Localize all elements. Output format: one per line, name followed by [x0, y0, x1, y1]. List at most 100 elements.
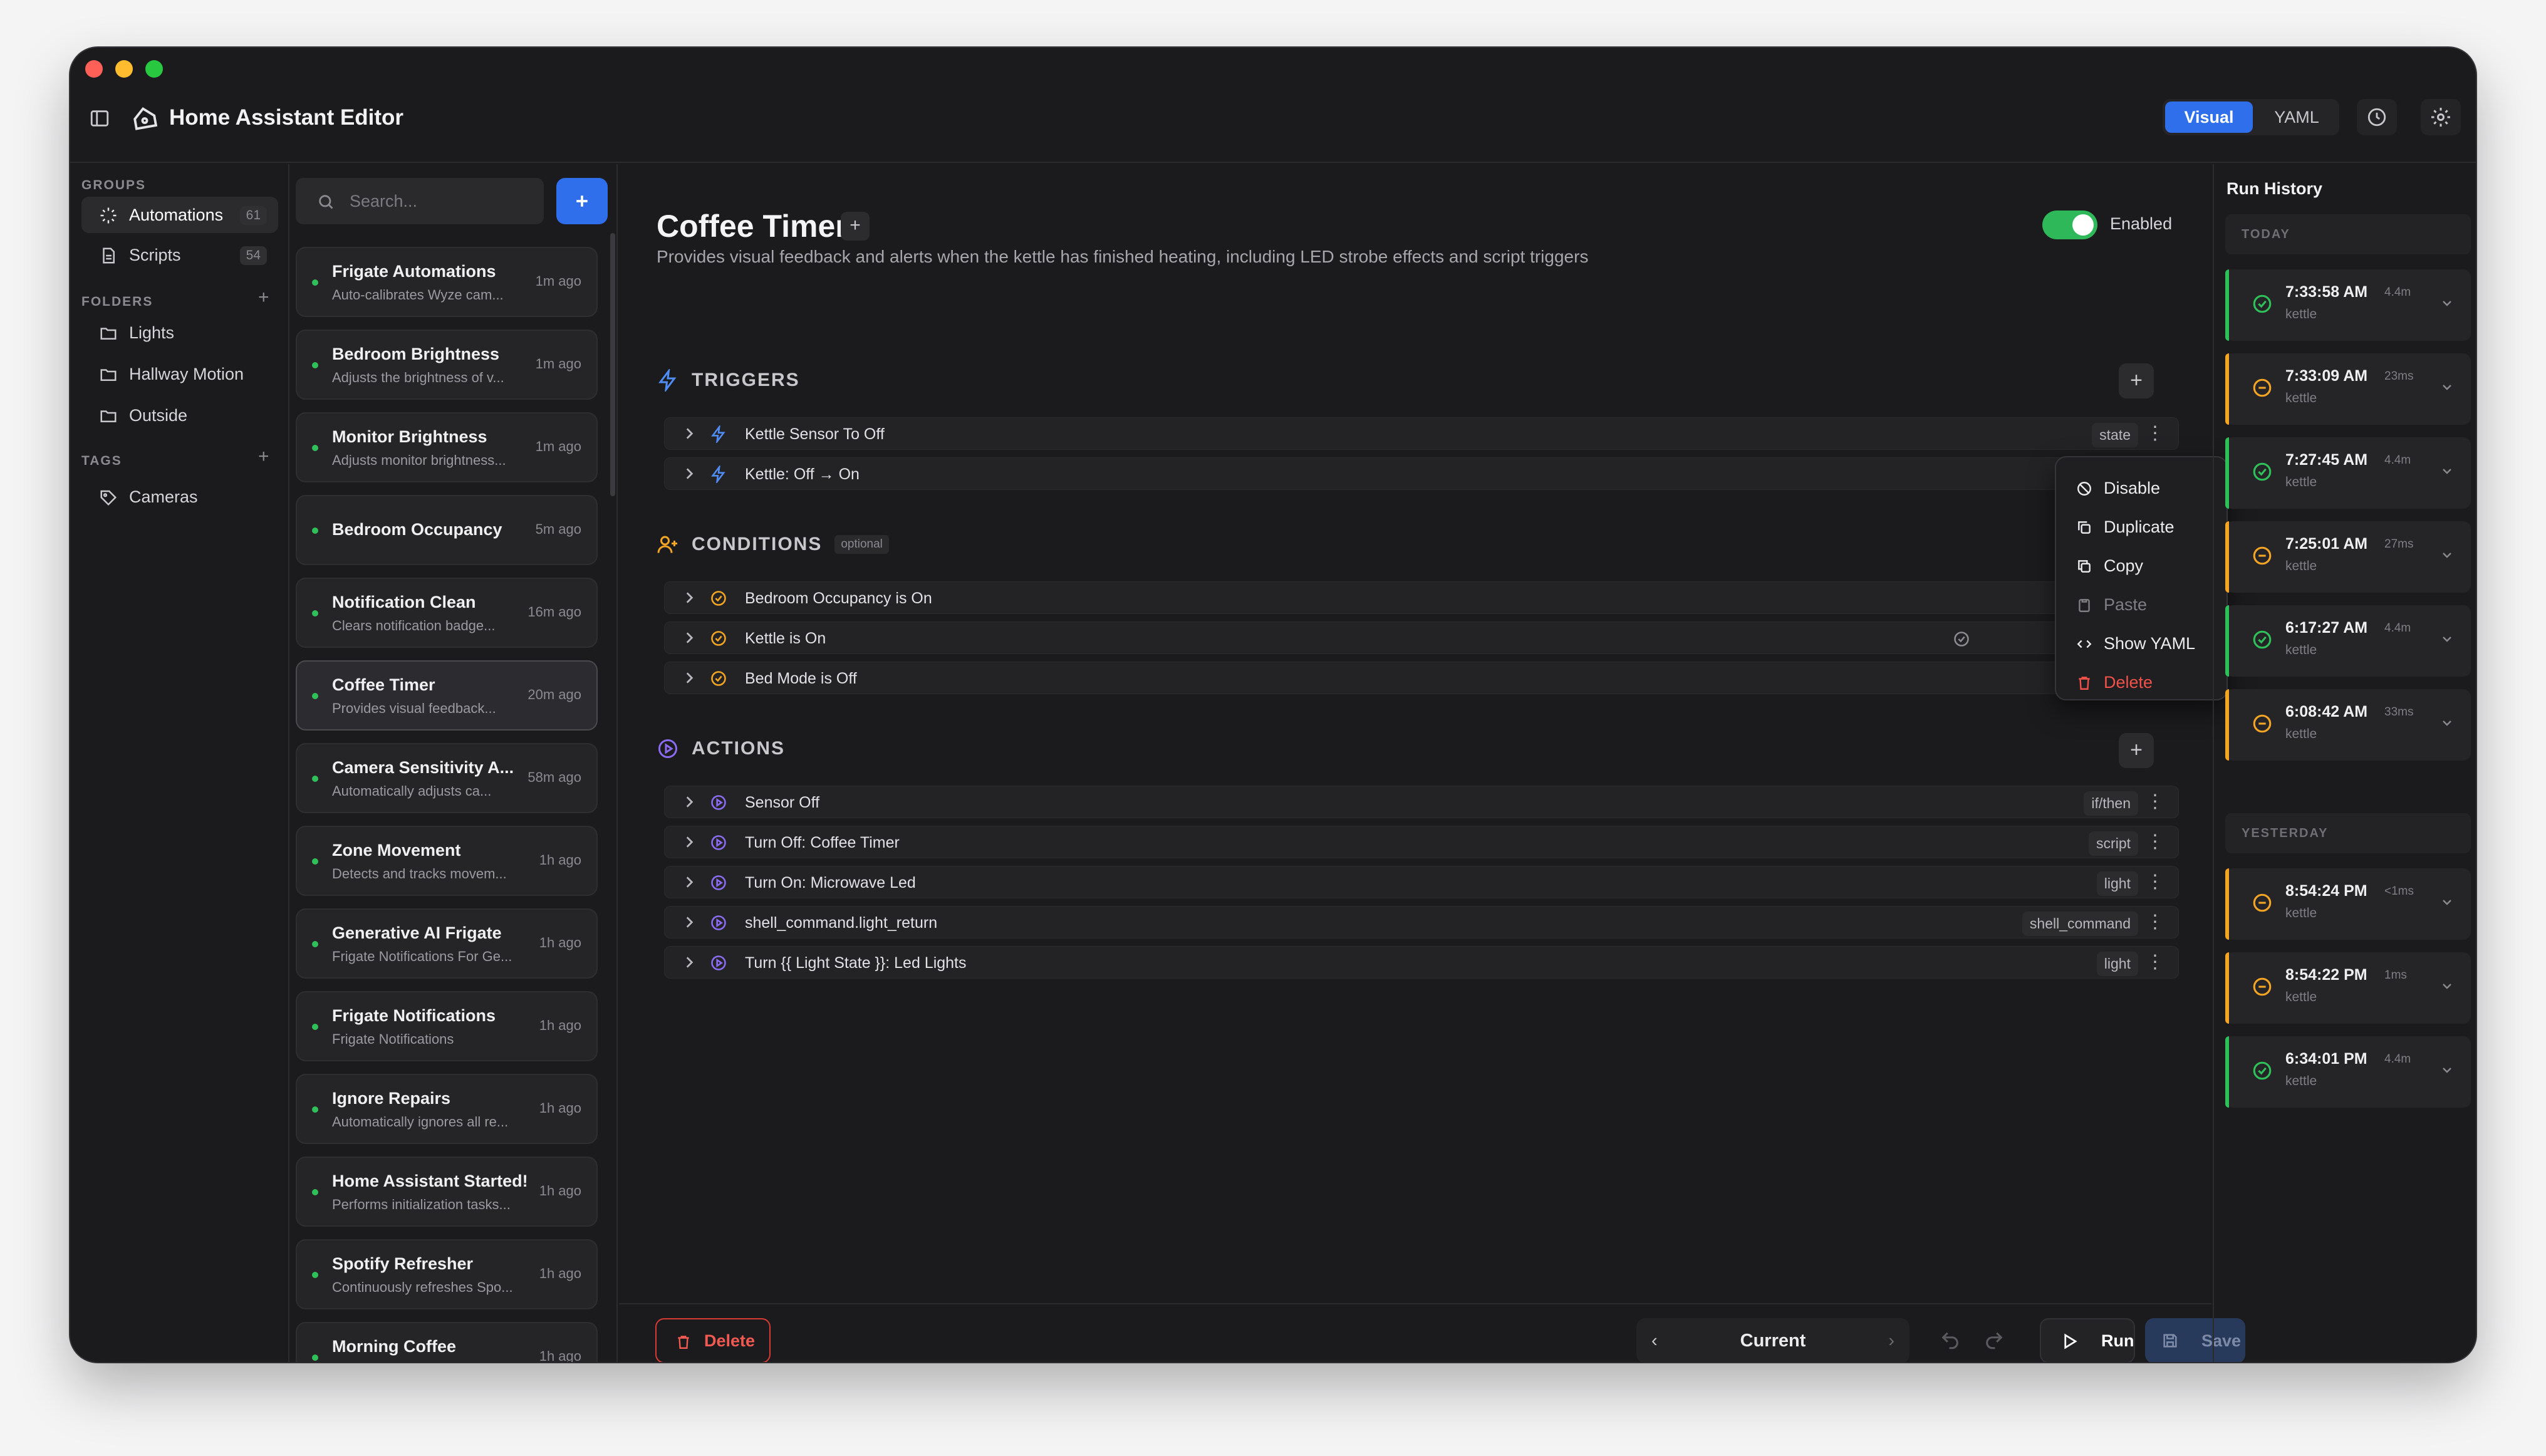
- menu-item-delete[interactable]: Delete: [2056, 664, 2226, 700]
- minimize-window-button[interactable]: [115, 60, 133, 78]
- chevron-down-icon[interactable]: [2439, 895, 2455, 910]
- redo-icon[interactable]: [1983, 1329, 2005, 1351]
- visual-tab[interactable]: Visual: [2165, 101, 2253, 133]
- condition-row[interactable]: Kettle is On: [664, 621, 2179, 654]
- sidebar-item-cameras[interactable]: Cameras: [81, 479, 278, 515]
- run-history-item[interactable]: 7:33:58 AM 4.4m kettle: [2225, 269, 2471, 341]
- expand-chevron-icon[interactable]: [681, 834, 697, 853]
- run-history-item[interactable]: 6:08:42 AM 33ms kettle: [2225, 689, 2471, 761]
- automation-list-item[interactable]: Morning CoffeeTurns on kettle and lights…: [296, 1322, 598, 1362]
- more-options-icon[interactable]: ⋮: [2146, 953, 2164, 972]
- sidebar-item-hallway-motion[interactable]: Hallway Motion: [81, 356, 278, 392]
- groups-heading: GROUPS: [81, 178, 147, 192]
- more-options-icon[interactable]: ⋮: [2146, 793, 2164, 811]
- success-check-icon: [2252, 293, 2273, 318]
- add-trigger-button[interactable]: +: [2119, 363, 2154, 398]
- run-history-item[interactable]: 6:17:27 AM 4.4m kettle: [2225, 605, 2471, 677]
- add-action-button[interactable]: +: [2119, 733, 2154, 768]
- automation-list-item[interactable]: Notification Clean Clears notification ba…: [296, 578, 598, 648]
- sidebar-item-scripts[interactable]: Scripts 54: [81, 237, 278, 273]
- automation-list-item[interactable]: Frigate Automations Auto-calibrates Wyze …: [296, 247, 598, 317]
- menu-item-show-yaml[interactable]: Show YAML: [2056, 625, 2226, 662]
- run-button[interactable]: Run: [2040, 1318, 2135, 1362]
- previous-version-button[interactable]: ‹: [1651, 1318, 1658, 1362]
- automation-list-item[interactable]: Bedroom Occupancy 5m ago: [296, 495, 598, 565]
- action-row[interactable]: Turn {{ Light State }}: Led Lights light ⋮: [664, 946, 2179, 979]
- more-options-icon[interactable]: ⋮: [2146, 833, 2164, 851]
- yaml-tab[interactable]: YAML: [2257, 101, 2337, 133]
- trigger-row[interactable]: Kettle Sensor To Off state ⋮: [664, 417, 2179, 450]
- chevron-down-icon[interactable]: [2439, 715, 2455, 731]
- action-row[interactable]: Turn On: Microwave Led light ⋮: [664, 866, 2179, 898]
- version-selector[interactable]: ‹ Current ›: [1636, 1318, 1910, 1362]
- automation-list-item[interactable]: Zone Movement Detects and tracks movem...…: [296, 826, 598, 896]
- action-row[interactable]: Sensor Off if/then ⋮: [664, 786, 2179, 818]
- expand-chevron-icon[interactable]: [681, 670, 697, 689]
- maximize-window-button[interactable]: [145, 60, 163, 78]
- automation-list-item[interactable]: Home Assistant Started! Performs initiali…: [296, 1157, 598, 1227]
- automation-description[interactable]: Provides visual feedback and alerts when…: [657, 247, 1588, 267]
- run-history-item[interactable]: 7:33:09 AM 23ms kettle: [2225, 353, 2471, 425]
- new-automation-button[interactable]: [556, 178, 608, 224]
- chevron-down-icon[interactable]: [2439, 1063, 2455, 1078]
- automation-list-item[interactable]: Spotify Refresher Continuously refreshes …: [296, 1239, 598, 1309]
- add-folder-button[interactable]: +: [258, 287, 269, 308]
- sidebar-item-automations[interactable]: Automations 61: [81, 197, 278, 233]
- chevron-down-icon[interactable]: [2439, 464, 2455, 479]
- action-row[interactable]: Turn Off: Coffee Timer script ⋮: [664, 826, 2179, 858]
- trigger-row[interactable]: Kettle: Off → On⋮: [664, 457, 2179, 490]
- chevron-down-icon[interactable]: [2439, 979, 2455, 994]
- automation-list-item[interactable]: Camera Sensitivity A... Automatically adj…: [296, 743, 598, 813]
- action-row[interactable]: shell_command.light_return shell_command ⋮: [664, 906, 2179, 939]
- automation-list-item[interactable]: Generative AI Frigate Frigate Notificatio…: [296, 908, 598, 979]
- automation-list-item[interactable]: Coffee Timer Provides visual feedback... 2…: [296, 660, 598, 731]
- close-window-button[interactable]: [85, 60, 103, 78]
- run-history-item[interactable]: 7:27:45 AM 4.4m kettle: [2225, 437, 2471, 509]
- chevron-down-icon[interactable]: [2439, 380, 2455, 395]
- more-options-icon[interactable]: ⋮: [2146, 913, 2164, 932]
- chevron-down-icon[interactable]: [2439, 548, 2455, 563]
- expand-chevron-icon[interactable]: [681, 914, 697, 933]
- undo-icon[interactable]: [1940, 1329, 1961, 1351]
- expand-chevron-icon[interactable]: [681, 465, 697, 485]
- expand-chevron-icon[interactable]: [681, 874, 697, 893]
- chevron-down-icon[interactable]: [2439, 296, 2455, 311]
- run-history-item[interactable]: 6:34:01 PM 4.4m kettle: [2225, 1036, 2471, 1108]
- condition-row[interactable]: Bed Mode is Off: [664, 662, 2179, 694]
- run-duration: 23ms: [2384, 370, 2414, 383]
- expand-chevron-icon[interactable]: [681, 630, 697, 649]
- list-scrollbar[interactable]: [610, 233, 615, 496]
- add-tag-button[interactable]: +: [258, 446, 269, 467]
- automation-list-item[interactable]: Monitor Brightness Adjusts monitor bright…: [296, 412, 598, 482]
- delete-automation-button[interactable]: Delete: [655, 1318, 771, 1362]
- automation-list-item[interactable]: Bedroom Brightness Adjusts the brightness…: [296, 330, 598, 400]
- sidebar-item-outside[interactable]: Outside: [81, 397, 278, 434]
- menu-item-copy[interactable]: Copy: [2056, 548, 2226, 584]
- enabled-toggle[interactable]: [2042, 211, 2097, 239]
- menu-item-disable[interactable]: Disable: [2056, 470, 2226, 506]
- check-circle-icon[interactable]: [1953, 630, 1970, 648]
- more-options-icon[interactable]: ⋮: [2146, 424, 2164, 443]
- run-history-item[interactable]: 8:54:24 PM <1ms kettle: [2225, 868, 2471, 940]
- chevron-down-icon[interactable]: [2439, 632, 2455, 647]
- menu-item-paste[interactable]: Paste: [2056, 586, 2226, 623]
- expand-chevron-icon[interactable]: [681, 794, 697, 813]
- menu-item-duplicate[interactable]: Duplicate: [2056, 509, 2226, 545]
- settings-button[interactable]: [2421, 99, 2461, 135]
- sidebar-toggle-icon[interactable]: [89, 108, 110, 129]
- run-history-item[interactable]: 7:25:01 AM 27ms kettle: [2225, 521, 2471, 593]
- sidebar-item-lights[interactable]: Lights: [81, 315, 278, 351]
- more-options-icon[interactable]: ⋮: [2146, 873, 2164, 892]
- next-version-button[interactable]: ›: [1888, 1318, 1894, 1362]
- expand-chevron-icon[interactable]: [681, 954, 697, 974]
- search-input[interactable]: Search...: [296, 178, 544, 224]
- expand-chevron-icon[interactable]: [681, 425, 697, 445]
- run-history-item[interactable]: 8:54:22 PM 1ms kettle: [2225, 952, 2471, 1024]
- add-tag-to-automation-button[interactable]: +: [841, 212, 870, 241]
- automation-list-item[interactable]: Ignore Repairs Automatically ignores all …: [296, 1074, 598, 1144]
- automation-title[interactable]: Coffee Timer: [657, 208, 848, 244]
- condition-row[interactable]: Bedroom Occupancy is On: [664, 581, 2179, 614]
- automation-list-item[interactable]: Frigate Notifications Frigate Notificatio…: [296, 991, 598, 1061]
- history-button[interactable]: [2357, 99, 2397, 135]
- expand-chevron-icon[interactable]: [681, 590, 697, 609]
